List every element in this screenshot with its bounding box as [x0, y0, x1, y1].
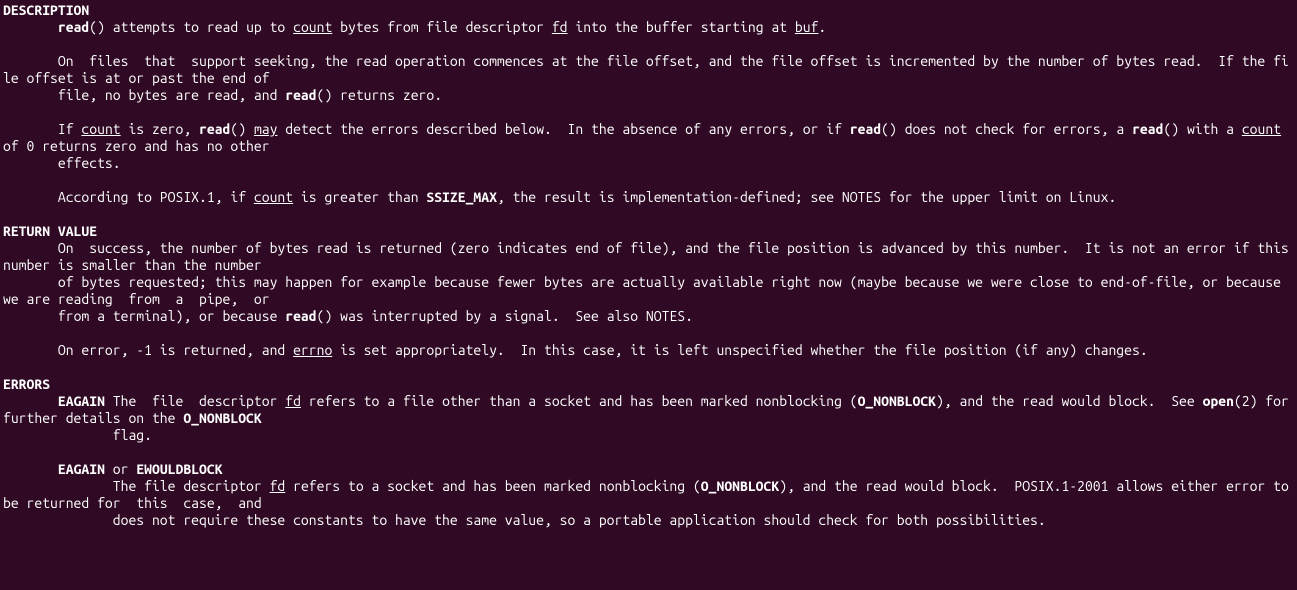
desc-line4-mid1: is zero,	[121, 121, 199, 137]
err-tag-eagain: EAGAIN	[58, 393, 105, 409]
manpage-content: DESCRIPTION read() attempts to read up t…	[0, 0, 1297, 531]
func-open: open	[1203, 393, 1234, 409]
const-o-nonblock: O_NONBLOCK	[858, 393, 936, 409]
desc-line4-mid5: () with a	[1163, 121, 1241, 137]
err-eagain2-l2: does not require these constants to have…	[3, 512, 1046, 528]
desc-line5: effects.	[3, 155, 121, 171]
err-eagain1-mid3: ), and the read would block. See	[936, 393, 1203, 409]
func-read: read	[199, 121, 230, 137]
desc-line4-pre: If	[3, 121, 81, 137]
err-eagain1-mid1: The file descriptor	[105, 393, 285, 409]
arg-count: count	[293, 19, 332, 35]
rv-line3-end: () was interrupted by a signal. See also…	[317, 308, 693, 324]
desc-line1-mid2: bytes from file descriptor	[332, 19, 552, 35]
err-eagain2-pre	[3, 461, 58, 477]
desc-line3-pre: file, no bytes are read, and	[3, 87, 285, 103]
const-o-nonblock: O_NONBLOCK	[701, 478, 779, 494]
const-ssize-max: SSIZE_MAX	[426, 189, 497, 205]
func-read: read	[850, 121, 881, 137]
arg-fd: fd	[552, 19, 568, 35]
desc-line2: On files that support seeking, the read …	[3, 53, 1289, 86]
arg-count: count	[254, 189, 293, 205]
var-errno: errno	[293, 342, 332, 358]
desc-line1-end: .	[818, 19, 826, 35]
rv-line4-end: is set appropriately. In this case, it i…	[332, 342, 1147, 358]
desc-line4-mid2: ()	[230, 121, 254, 137]
err-eagain2-l1-mid1: refers to a socket and has been marked n…	[285, 478, 701, 494]
err-tag-eagain: EAGAIN	[58, 461, 105, 477]
arg-count: count	[81, 121, 120, 137]
arg-buf: buf	[795, 19, 819, 35]
arg-fd: fd	[285, 393, 301, 409]
func-read: read	[58, 19, 89, 35]
section-header-description: DESCRIPTION	[3, 2, 89, 18]
desc-line6-mid1: is greater than	[293, 189, 426, 205]
section-header-return-value: RETURN VALUE	[3, 223, 97, 239]
err-eagain2-l1-pre: The file descriptor	[3, 478, 270, 494]
const-o-nonblock: O_NONBLOCK	[183, 410, 261, 426]
arg-fd: fd	[270, 478, 286, 494]
err-eagain1-pre	[3, 393, 58, 409]
desc-line6-end: , the result is implementation-defined; …	[497, 189, 1116, 205]
err-eagain1-flag: flag.	[3, 427, 152, 443]
word-may: may	[254, 121, 278, 137]
rv-line1: On success, the number of bytes read is …	[3, 240, 1297, 273]
rv-line4-pre: On error, -1 is returned, and	[3, 342, 293, 358]
desc-line1-mid1: () attempts to read up to	[89, 19, 293, 35]
desc-line4-mid3: detect the errors described below. In th…	[277, 121, 849, 137]
desc-line3-end: () returns zero.	[317, 87, 442, 103]
err-eagain1-mid2: refers to a file other than a socket and…	[301, 393, 858, 409]
desc-line1-mid3: into the buffer starting at	[568, 19, 795, 35]
desc-line4-mid4: () does not check for errors, a	[881, 121, 1132, 137]
section-header-errors: ERRORS	[3, 376, 50, 392]
desc-line6-pre: According to POSIX.1, if	[3, 189, 254, 205]
rv-line2: of bytes requested; this may happen for …	[3, 274, 1289, 307]
rv-line3-pre: from a terminal), or because	[3, 308, 285, 324]
func-read: read	[285, 87, 316, 103]
err-eagain2-or: or	[105, 461, 136, 477]
err-tag-ewouldblock: EWOULDBLOCK	[136, 461, 222, 477]
func-read: read	[285, 308, 316, 324]
desc-line1-pre	[3, 19, 58, 35]
func-read: read	[1132, 121, 1163, 137]
arg-count: count	[1242, 121, 1281, 137]
